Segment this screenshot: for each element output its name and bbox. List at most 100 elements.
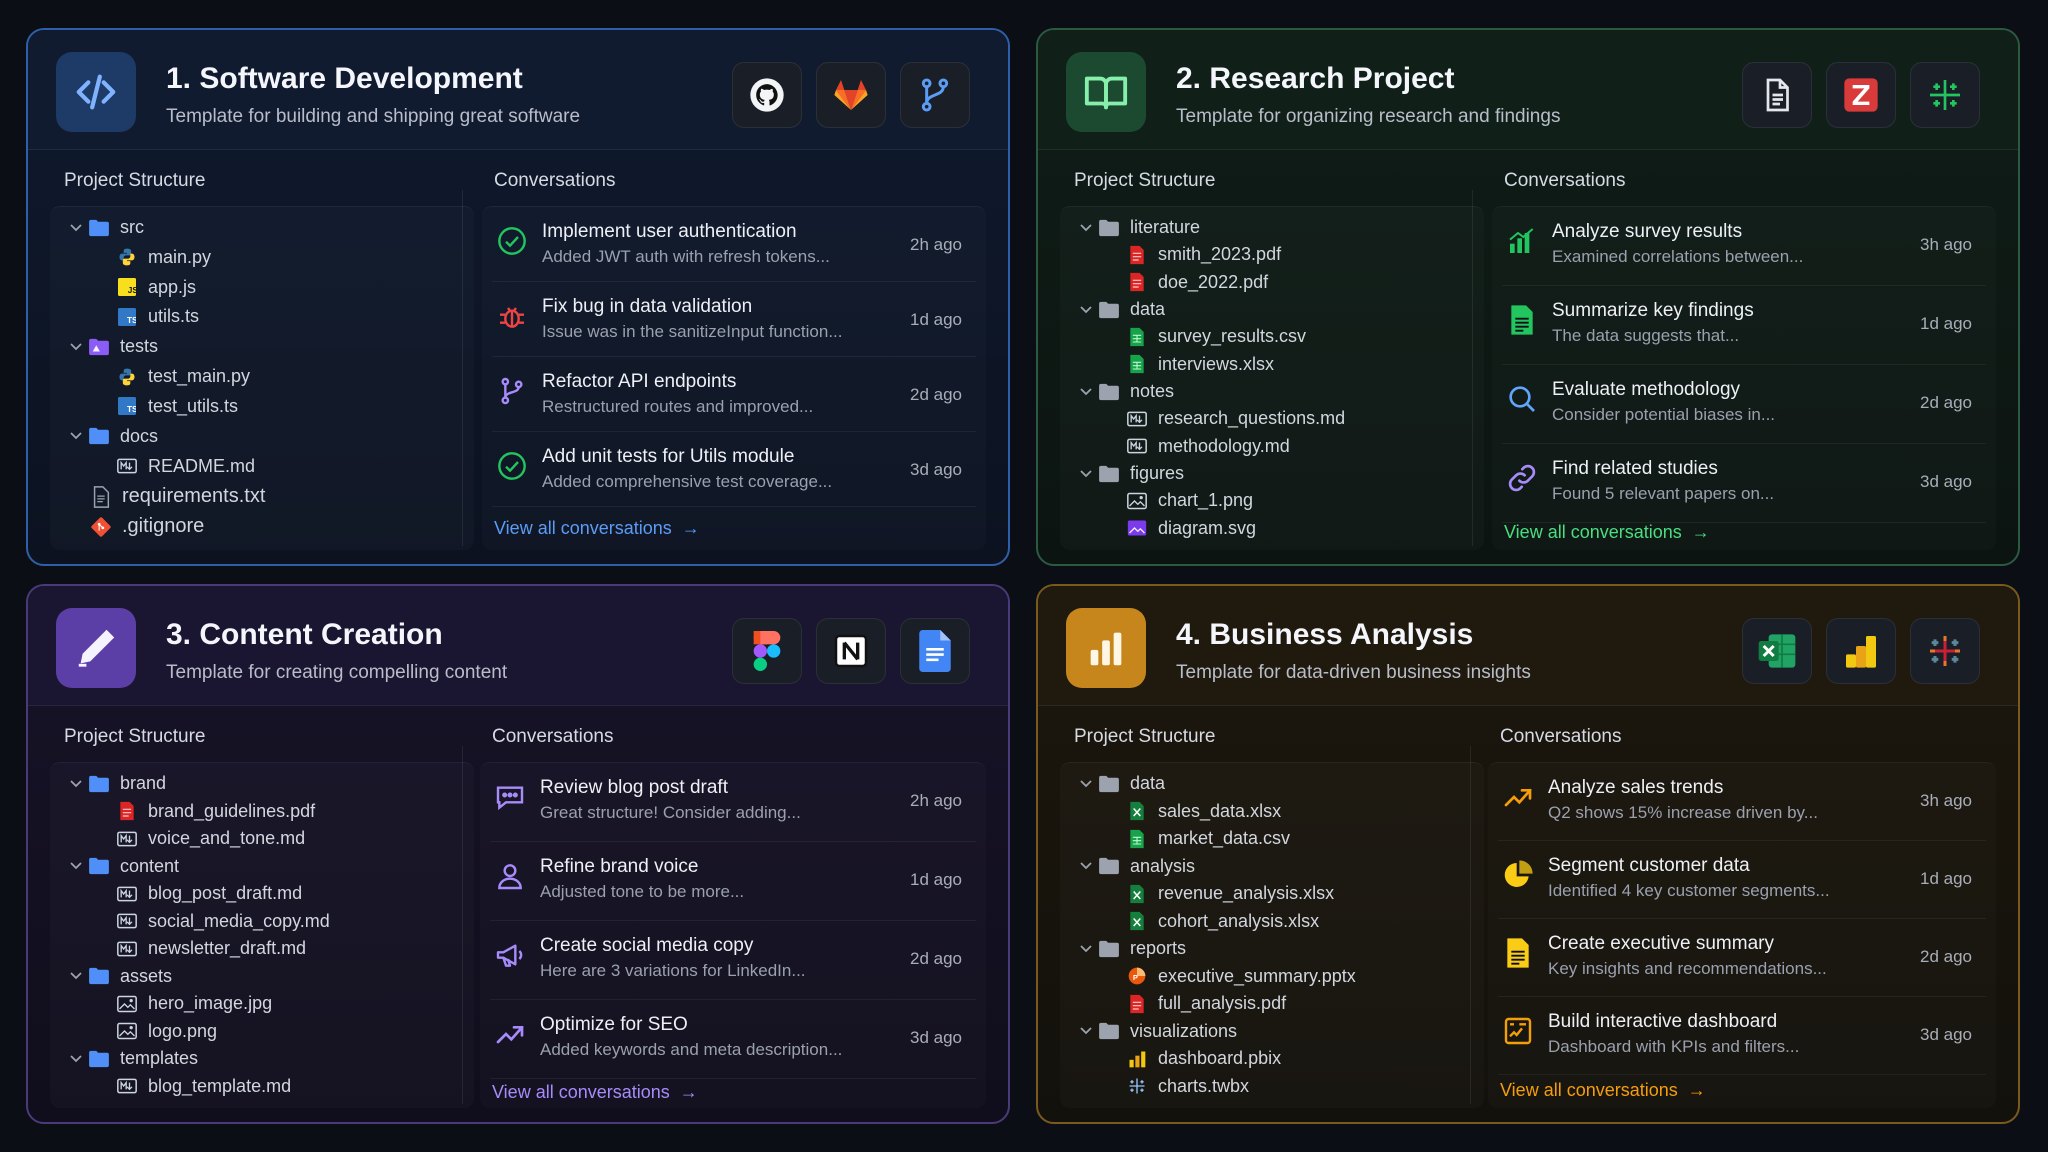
- tree-file[interactable]: interviews.xlsx: [1102, 354, 1274, 375]
- template-card-software-development[interactable]: 1. Software Development Template for bui…: [26, 28, 1010, 566]
- tree-file[interactable]: README.md: [92, 456, 255, 477]
- tree-file[interactable]: Pexecutive_summary.pptx: [1102, 966, 1356, 987]
- view-all-conversations-link[interactable]: View all conversations →: [1500, 1080, 1706, 1101]
- tree-file[interactable]: TS utils.ts: [92, 306, 199, 327]
- chevron-down-icon[interactable]: [1074, 469, 1098, 479]
- conversation-item[interactable]: Create social media copy Here are 3 varia…: [490, 925, 976, 1000]
- conversation-item[interactable]: Review blog post draft Great structure! C…: [490, 767, 976, 842]
- template-card-business-analysis[interactable]: 4. Business Analysis Template for data-d…: [1036, 584, 2020, 1124]
- tree-file[interactable]: JS app.js: [92, 277, 196, 298]
- chevron-down-icon[interactable]: [1074, 305, 1098, 315]
- tree-file[interactable]: smith_2023.pdf: [1102, 244, 1281, 265]
- tree-file[interactable]: sales_data.xlsx: [1102, 801, 1281, 822]
- tree-folder[interactable]: tests: [64, 336, 158, 357]
- chevron-down-icon[interactable]: [1074, 944, 1098, 954]
- conversation-item[interactable]: Evaluate methodology Consider potential b…: [1502, 369, 1986, 444]
- tree-file[interactable]: revenue_analysis.xlsx: [1102, 883, 1334, 904]
- tree-folder[interactable]: assets: [64, 966, 172, 987]
- conversation-item[interactable]: Find related studies Found 5 relevant pap…: [1502, 448, 1986, 523]
- tree-file[interactable]: cohort_analysis.xlsx: [1102, 911, 1319, 932]
- chevron-down-icon[interactable]: [64, 779, 88, 789]
- conversation-item[interactable]: Analyze survey results Examined correlati…: [1502, 211, 1986, 286]
- tree-file[interactable]: .gitignore: [90, 515, 204, 538]
- tree-folder[interactable]: literature: [1074, 217, 1200, 238]
- github-icon[interactable]: [732, 62, 802, 128]
- tree-folder[interactable]: src: [64, 217, 144, 238]
- chevron-down-icon[interactable]: [64, 223, 88, 233]
- view-all-conversations-link[interactable]: View all conversations →: [492, 1082, 698, 1103]
- tree-file[interactable]: brand_guidelines.pdf: [92, 801, 315, 822]
- document-icon[interactable]: [1742, 62, 1812, 128]
- git-branch-icon[interactable]: [900, 62, 970, 128]
- excel-icon[interactable]: [1742, 618, 1812, 684]
- view-all-conversations-link[interactable]: View all conversations →: [494, 518, 700, 539]
- notion-icon[interactable]: [816, 618, 886, 684]
- tree-file[interactable]: research_questions.md: [1102, 408, 1345, 429]
- tree-file[interactable]: survey_results.csv: [1102, 326, 1306, 347]
- tree-file[interactable]: diagram.svg: [1102, 518, 1256, 539]
- chevron-down-icon[interactable]: [1074, 861, 1098, 871]
- tree-file[interactable]: main.py: [92, 247, 211, 268]
- tree-file[interactable]: doe_2022.pdf: [1102, 272, 1268, 293]
- template-card-content-creation[interactable]: 3. Content Creation Template for creatin…: [26, 584, 1010, 1124]
- conversation-item[interactable]: Create executive summary Key insights and…: [1498, 923, 1986, 997]
- figma-icon[interactable]: [732, 618, 802, 684]
- tree-file[interactable]: market_data.csv: [1102, 828, 1290, 849]
- conversation-item[interactable]: Summarize key findings The data suggests …: [1502, 290, 1986, 365]
- conversation-item[interactable]: Implement user authentication Added JWT a…: [492, 211, 976, 282]
- conversation-item[interactable]: Build interactive dashboard Dashboard wit…: [1498, 1001, 1986, 1075]
- tree-folder[interactable]: content: [64, 856, 179, 877]
- chevron-down-icon[interactable]: [64, 342, 88, 352]
- tree-folder[interactable]: notes: [1074, 381, 1174, 402]
- view-all-conversations-link[interactable]: View all conversations →: [1504, 522, 1710, 543]
- conversation-item[interactable]: Optimize for SEO Added keywords and meta …: [490, 1004, 976, 1079]
- conversation-item[interactable]: Add unit tests for Utils module Added com…: [492, 436, 976, 507]
- conversation-item[interactable]: Segment customer data Identified 4 key cu…: [1498, 845, 1986, 919]
- tree-file[interactable]: requirements.txt: [90, 485, 265, 508]
- zotero-icon[interactable]: [1826, 62, 1896, 128]
- tree-file[interactable]: dashboard.pbix: [1102, 1048, 1281, 1069]
- tree-file[interactable]: voice_and_tone.md: [92, 828, 305, 849]
- conversation-item[interactable]: Fix bug in data validation Issue was in t…: [492, 286, 976, 357]
- chevron-down-icon[interactable]: [64, 431, 88, 441]
- tree-file[interactable]: newsletter_draft.md: [92, 938, 306, 959]
- tree-folder[interactable]: templates: [64, 1048, 198, 1069]
- tableau-icon[interactable]: [1910, 618, 1980, 684]
- chevron-down-icon[interactable]: [1074, 1026, 1098, 1036]
- chevron-down-icon[interactable]: [64, 971, 88, 981]
- tree-folder[interactable]: docs: [64, 426, 158, 447]
- chevron-down-icon[interactable]: [1074, 223, 1098, 233]
- tree-item-label: voice_and_tone.md: [148, 828, 306, 848]
- google-docs-icon[interactable]: [900, 618, 970, 684]
- tree-file[interactable]: blog_post_draft.md: [92, 883, 302, 904]
- conversation-item[interactable]: Analyze sales trends Q2 shows 15% increas…: [1498, 767, 1986, 841]
- tree-file[interactable]: charts.twbx: [1102, 1076, 1249, 1097]
- tree-file[interactable]: methodology.md: [1102, 436, 1290, 457]
- tree-file[interactable]: hero_image.jpg: [92, 993, 272, 1014]
- tree-file[interactable]: blog_template.md: [92, 1076, 291, 1097]
- grid-icon[interactable]: [1910, 62, 1980, 128]
- tree-file[interactable]: chart_1.png: [1102, 490, 1253, 511]
- tree-folder[interactable]: visualizations: [1074, 1021, 1237, 1042]
- tree-folder[interactable]: figures: [1074, 463, 1184, 484]
- tree-file[interactable]: test_main.py: [92, 366, 250, 387]
- gitlab-icon[interactable]: [816, 62, 886, 128]
- tree-file[interactable]: TS test_utils.ts: [92, 396, 238, 417]
- power-bi-icon[interactable]: [1826, 618, 1896, 684]
- tree-folder[interactable]: analysis: [1074, 856, 1195, 877]
- template-card-research-project[interactable]: 2. Research Project Template for organiz…: [1036, 28, 2020, 566]
- chevron-down-icon[interactable]: [64, 1054, 88, 1064]
- chevron-down-icon[interactable]: [1074, 779, 1098, 789]
- conversation-item[interactable]: Refactor API endpoints Restructured route…: [492, 361, 976, 432]
- tree-item-label: test_utils.ts: [148, 395, 239, 416]
- tree-folder[interactable]: data: [1074, 773, 1165, 794]
- tree-folder[interactable]: brand: [64, 773, 166, 794]
- tree-folder[interactable]: reports: [1074, 938, 1186, 959]
- chevron-down-icon[interactable]: [64, 861, 88, 871]
- tree-folder[interactable]: data: [1074, 299, 1165, 320]
- conversation-item[interactable]: Refine brand voice Adjusted tone to be mo…: [490, 846, 976, 921]
- tree-file[interactable]: social_media_copy.md: [92, 911, 330, 932]
- tree-file[interactable]: full_analysis.pdf: [1102, 993, 1286, 1014]
- chevron-down-icon[interactable]: [1074, 387, 1098, 397]
- tree-file[interactable]: logo.png: [92, 1021, 217, 1042]
